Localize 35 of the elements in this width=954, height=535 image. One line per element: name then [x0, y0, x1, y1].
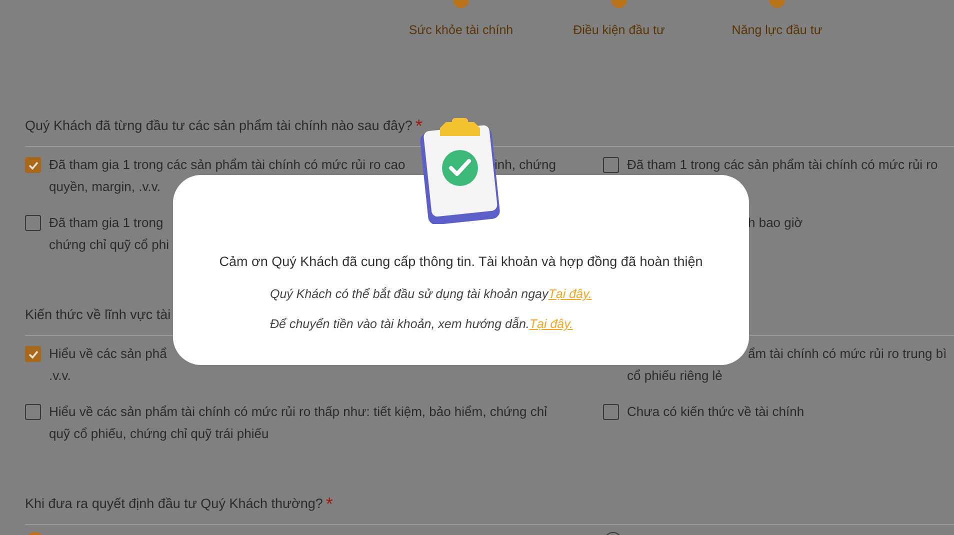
dialog-message: Cảm ơn Quý Khách đã cung cấp thông tin. Tài khoản và hợp đồng đã hoàn thiện: [218, 253, 704, 271]
option-text: Hiểu về các sản phẩ: [49, 345, 167, 363]
checkbox[interactable]: [25, 157, 41, 173]
option-text: Hiểu về các sản phẩm tài chính có mức rủi ro thấp như: tiết kiệm, bảo hiểm, chứng chỉ: [49, 403, 547, 421]
dialog-note: Quý Khách có thể bắt đầu sử dụng tài khoản ngayTại đây.: [270, 286, 593, 303]
option-text: Chưa có kiến thức về tài chính: [627, 403, 804, 421]
dialog-note: Để chuyển tiền vào tài khoản, xem hướng dẫn.Tại đây.: [270, 316, 574, 333]
here-link[interactable]: Tại đây.: [529, 317, 573, 331]
step-label: Năng lực đầu tư: [732, 23, 822, 37]
option-text: cổ phiếu riêng lẻ: [627, 367, 722, 385]
form-question: Quý Khách đã từng đầu tư các sản phẩm tài chính nào sau đây?: [25, 117, 412, 135]
option-text: inh, chứng: [494, 156, 556, 174]
required-mark: *: [326, 495, 333, 513]
step-label: Sức khỏe tài chính: [408, 23, 514, 37]
check-icon: [28, 348, 38, 360]
option-text: quỹ cổ phiếu, chứng chỉ quỹ trái phiếu: [49, 425, 269, 443]
form-question: Khi đưa ra quyết định đầu tư Quý Khách thường?: [25, 495, 323, 513]
checkbox[interactable]: [25, 404, 41, 420]
checkbox[interactable]: [603, 157, 619, 173]
checkbox[interactable]: [603, 404, 619, 420]
option-text: h bao giờ: [748, 214, 803, 232]
option-text: Đã tham 1 trong các sản phẩm tài chính có mức rủi ro: [627, 156, 938, 174]
form-question: Kiến thức về lĩnh vực tài: [25, 306, 171, 324]
checkbox[interactable]: [25, 346, 41, 362]
check-icon: [28, 160, 38, 170]
option-text: Đã tham gia 1 trong: [49, 214, 164, 232]
here-link[interactable]: Tại đây.: [548, 287, 592, 301]
option-text: chứng chỉ quỹ cổ phi: [49, 236, 169, 254]
option-text: quyền, margin, .v.v.: [49, 178, 161, 196]
checkbox[interactable]: [25, 215, 41, 231]
step-label: Điều kiện đầu tư: [573, 23, 665, 37]
option-text: .v.v.: [49, 367, 71, 385]
option-text: ẩm tài chính có mức rủi ro trung bì: [748, 345, 947, 363]
required-mark: *: [415, 117, 422, 135]
option-text: Đã tham gia 1 trong các sản phẩm tài chính có mức rủi ro cao: [49, 156, 406, 174]
